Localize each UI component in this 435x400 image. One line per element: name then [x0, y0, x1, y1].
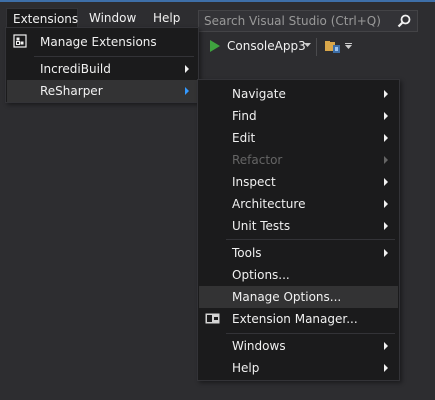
menu-help-label: Help — [153, 11, 181, 25]
menu-item-navigate[interactable]: Navigate — [199, 83, 398, 105]
submenu-arrow-icon — [384, 200, 388, 208]
run-target-label[interactable]: ConsoleApp3 — [227, 39, 306, 53]
folder-browse-icon[interactable] — [324, 39, 342, 55]
menu-item-unit-tests[interactable]: Unit Tests — [199, 215, 398, 237]
menu-item-help[interactable]: Help — [199, 357, 398, 379]
submenu-arrow-icon — [384, 178, 388, 186]
submenu-arrow-icon — [185, 87, 189, 95]
menu-item-manage-options[interactable]: Manage Options... — [199, 286, 398, 308]
menu-item-windows[interactable]: Windows — [199, 335, 398, 357]
toolbar-overflow-icon[interactable] — [345, 43, 352, 49]
resharper-menu: Navigate Find Edit Refactor Inspect Arch… — [197, 79, 400, 381]
menu-separator — [226, 333, 395, 334]
submenu-arrow-icon — [384, 364, 388, 372]
menu-item-label: Options... — [232, 268, 290, 282]
menu-item-label: Help — [232, 361, 260, 375]
extensions-menu: Manage Extensions IncrediBuild ReSharper — [5, 27, 199, 103]
extension-manager-icon — [205, 313, 220, 324]
menu-item-label: Manage Options... — [232, 290, 342, 304]
menu-extensions-label: Extensions — [13, 12, 79, 26]
submenu-arrow-icon — [384, 222, 388, 230]
ide-window: Extensions Window Help Search Visual Stu… — [0, 0, 435, 400]
menu-item-resharper[interactable]: ReSharper — [7, 80, 197, 102]
menu-item-find[interactable]: Find — [199, 105, 398, 127]
menu-item-architecture[interactable]: Architecture — [199, 193, 398, 215]
menu-item-manage-extensions[interactable]: Manage Extensions — [7, 31, 197, 53]
menu-item-extension-manager[interactable]: Extension Manager... — [199, 308, 398, 330]
menu-item-label: Refactor — [232, 153, 283, 167]
menu-item-label: Edit — [232, 131, 256, 145]
submenu-arrow-icon — [384, 134, 388, 142]
menu-item-label: Windows — [232, 339, 286, 353]
menu-window-label: Window — [89, 11, 137, 25]
submenu-arrow-icon — [384, 249, 388, 257]
menu-item-label: Tools — [232, 246, 262, 260]
menu-item-label: IncrediBuild — [40, 62, 111, 76]
submenu-arrow-icon — [384, 342, 388, 350]
menu-item-inspect[interactable]: Inspect — [199, 171, 398, 193]
search-placeholder: Search Visual Studio (Ctrl+Q) — [204, 14, 381, 28]
menu-item-label: Manage Extensions — [40, 35, 157, 49]
menu-item-edit[interactable]: Edit — [199, 127, 398, 149]
menu-item-label: Architecture — [232, 197, 306, 211]
menu-separator — [226, 239, 395, 240]
search-icon[interactable] — [397, 14, 411, 28]
submenu-arrow-icon — [384, 156, 388, 164]
submenu-arrow-icon — [384, 90, 388, 98]
menu-item-refactor: Refactor — [199, 149, 398, 171]
menu-item-label: ReSharper — [40, 84, 103, 98]
menu-item-label: Inspect — [232, 175, 276, 189]
menu-item-label: Navigate — [232, 87, 286, 101]
search-input[interactable]: Search Visual Studio (Ctrl+Q) — [198, 10, 418, 32]
menu-extensions[interactable]: Extensions — [6, 8, 78, 28]
menu-item-tools[interactable]: Tools — [199, 242, 398, 264]
menu-item-label: Find — [232, 109, 257, 123]
menu-item-label: Unit Tests — [232, 219, 291, 233]
submenu-arrow-icon — [185, 65, 189, 73]
manage-extensions-icon — [13, 34, 27, 48]
menu-item-incredibuild[interactable]: IncrediBuild — [7, 58, 197, 80]
menu-separator — [34, 56, 194, 57]
menu-window[interactable]: Window — [83, 8, 142, 28]
toolbar-separator — [316, 38, 317, 56]
start-debug-icon[interactable] — [210, 40, 220, 52]
submenu-arrow-icon — [384, 112, 388, 120]
menu-item-label: Extension Manager... — [232, 312, 358, 326]
menu-item-options[interactable]: Options... — [199, 264, 398, 286]
menu-help[interactable]: Help — [147, 8, 186, 28]
run-target-dropdown-icon[interactable] — [304, 43, 311, 47]
